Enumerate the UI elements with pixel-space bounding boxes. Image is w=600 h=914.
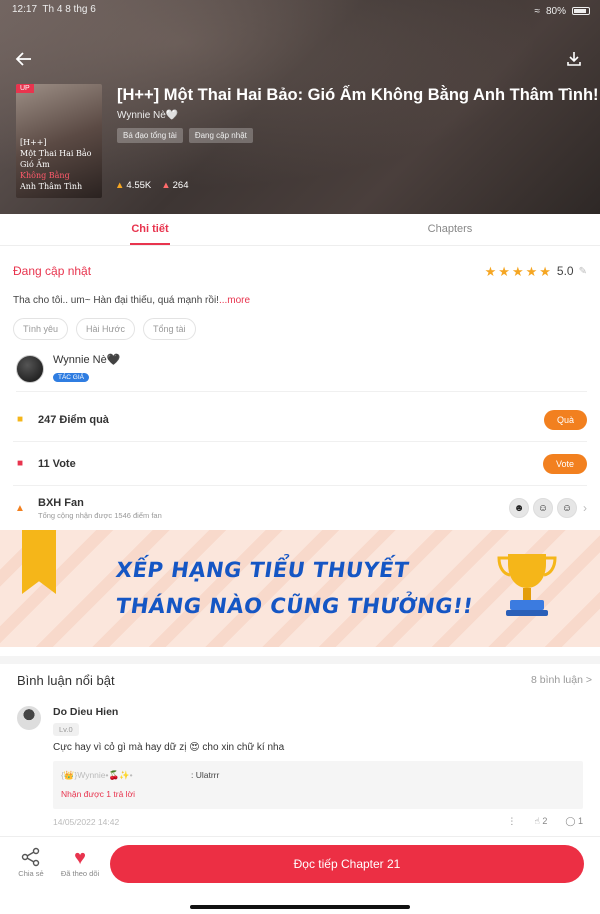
gift-icon: ■ [16, 414, 24, 425]
comment-reply-button[interactable]: ◯ 1 [565, 816, 583, 827]
arrow-left-icon [15, 52, 31, 66]
book-stats: ▲ 4.55K ▲ 264 [115, 180, 189, 191]
author-name: Wynnie Nè🖤 [53, 354, 121, 366]
views-stat: ▲ 4.55K [115, 180, 152, 191]
star-icon: ★ [498, 263, 510, 279]
book-title: [H++] Một Thai Hai Bảo: Gió Ấm Không Bằn… [117, 86, 599, 104]
gift-label: 247 Điểm quà [38, 413, 109, 426]
battery-icon [572, 7, 590, 15]
status-date: Th 4 8 thg 6 [42, 4, 96, 15]
comments-header: Bình luận nổi bật 8 bình luận > [0, 656, 600, 696]
status-rating-row: Đang cập nhật ★ ★ ★ ★ ★ 5.0 ✎ [13, 264, 587, 278]
genre-tags: Tình yêu Hài Hước Tổng tài [13, 318, 196, 340]
reply-count-link[interactable]: Nhận được 1 trả lời [61, 789, 135, 799]
podium-icon: ▲ [15, 502, 25, 514]
genre-tag[interactable]: Hài Hước [76, 318, 135, 340]
follow-label: Đã theo dõi [60, 869, 100, 878]
genre-tag[interactable]: Tổng tài [142, 318, 196, 340]
comments-title: Bình luận nổi bật [17, 672, 115, 688]
more-link[interactable]: ...more [219, 295, 250, 306]
vote-row: ■ 11 Vote Vote [13, 442, 587, 486]
chat-bubble-icon: ◯ [565, 816, 576, 826]
vote-icon: ■ [16, 458, 24, 469]
tab-bar: Chi tiết Chapters [0, 214, 600, 246]
fan-subtitle: Tổng cộng nhận được 1546 điểm fan [38, 510, 162, 520]
reply-user: {👑}Wynnie•🍒✨• [61, 770, 133, 780]
cover-badge: UP [16, 84, 34, 93]
trophy-icon [497, 554, 557, 616]
banner-line-2: THÁNG NÀO CŨNG THƯỞNG!! [114, 594, 475, 618]
update-status: Đang cập nhật [13, 264, 92, 278]
share-label: Chia sẻ [18, 869, 44, 878]
author-row[interactable]: Wynnie Nè🖤 TÁC GIẢ [16, 352, 587, 392]
banner-line-1: XẾP HẠNG TIỂU THUYẾT [114, 558, 411, 582]
tab-chapters[interactable]: Chapters [300, 214, 600, 245]
fan-avatar: ☻ [509, 498, 529, 518]
commenter-level: Lv.0 [53, 723, 79, 736]
comment-text: Cực hay vì cỏ gì mà hay dữ zị 😍 cho xin … [53, 742, 285, 753]
status-time: 12:17 [12, 4, 38, 15]
chip-status: Đang cập nhật [188, 128, 253, 143]
star-icon: ★ [525, 263, 538, 279]
comment-like-button[interactable]: ☝ 2 [534, 816, 547, 827]
fan-label: BXH Fan [38, 496, 84, 509]
wifi-icon: ≈ [534, 5, 540, 17]
rating-value: 5.0 [556, 264, 574, 278]
gift-button[interactable]: Quà [543, 409, 587, 430]
download-icon [567, 52, 581, 66]
book-chips: Bá đạo tổng tài Đang cập nhật [117, 128, 253, 143]
chip-category[interactable]: Bá đạo tổng tài [117, 128, 183, 143]
description: Tha cho tôi.. um~ Hàn đại thiếu, quá mạn… [13, 295, 251, 306]
star-icon: ★ [511, 263, 524, 279]
download-button[interactable] [562, 47, 586, 71]
commenter-avatar[interactable] [17, 706, 41, 730]
fan-ranking-row[interactable]: ▲ BXH Fan Tổng cộng nhận được 1546 điểm … [13, 486, 587, 530]
likes-stat: ▲ 264 [161, 180, 189, 191]
ribbon-icon [22, 530, 56, 594]
thumbs-up-icon: ☝ [534, 816, 540, 826]
book-detail-page: 12:17 Th 4 8 thg 6 ≈ 80% UP [H++] Một Th… [0, 0, 600, 914]
back-button[interactable] [12, 47, 36, 71]
star-icon: ★ [484, 263, 497, 279]
comments-count-link[interactable]: 8 bình luận > [531, 674, 592, 686]
continue-reading-button[interactable]: Đọc tiếp Chapter 21 [110, 845, 584, 883]
share-button[interactable]: Chia sẻ [6, 847, 56, 878]
fan-avatar: ☺ [533, 498, 553, 518]
heart-icon: ♥ [74, 847, 86, 869]
ranking-banner[interactable]: XẾP HẠNG TIỂU THUYẾT THÁNG NÀO CŨNG THƯỞ… [0, 530, 600, 647]
fire-icon: ▲ [115, 180, 125, 191]
fan-avatar: ☺ [557, 498, 577, 518]
author-badge: TÁC GIẢ [53, 373, 90, 382]
battery-percent: 80% [545, 5, 566, 17]
cover-title-art: [H++] Một Thai Hai Bảo Gió Ấm Không Bằng… [20, 138, 92, 191]
home-indicator [190, 905, 410, 909]
comment-meta: 14/05/2022 14:42 ⋮ ☝ 2 ◯ 1 [53, 816, 583, 827]
thumbs-up-icon: ▲ [161, 180, 171, 191]
star-icon: ★ [539, 263, 551, 279]
reply-text: : Ulatrrr [191, 770, 220, 780]
edit-icon[interactable]: ✎ [579, 266, 587, 277]
tab-details[interactable]: Chi tiết [0, 214, 300, 245]
author-avatar [16, 354, 44, 383]
fan-avatars: ☻ ☺ ☺ [509, 498, 577, 518]
gift-row: ■ 247 Điểm quà Quà [13, 398, 587, 442]
comment-date: 14/05/2022 14:42 [53, 816, 120, 827]
commenter-name[interactable]: Do Dieu Hien [53, 706, 118, 718]
vote-label: 11 Vote [38, 457, 76, 470]
bottom-action-bar: Chia sẻ ♥ Đã theo dõi Đọc tiếp Chapter 2… [0, 836, 600, 914]
status-bar: 12:17 Th 4 8 thg 6 ≈ 80% [12, 4, 590, 18]
comment-reply-box[interactable]: {👑}Wynnie•🍒✨• : Ulatrrr Nhận được 1 trả … [53, 761, 583, 809]
rating[interactable]: ★ ★ ★ ★ ★ 5.0 ✎ [485, 264, 587, 278]
book-author[interactable]: Wynnie Nè🤍 [117, 110, 178, 121]
book-cover: UP [H++] Một Thai Hai Bảo Gió Ấm Không B… [16, 84, 102, 198]
more-options-icon[interactable]: ⋮ [507, 816, 516, 827]
follow-button[interactable]: ♥ Đã theo dõi [55, 847, 105, 878]
chevron-right-icon: › [583, 501, 587, 515]
genre-tag[interactable]: Tình yêu [13, 318, 69, 340]
share-icon [6, 847, 56, 869]
vote-button[interactable]: Vote [542, 453, 587, 474]
